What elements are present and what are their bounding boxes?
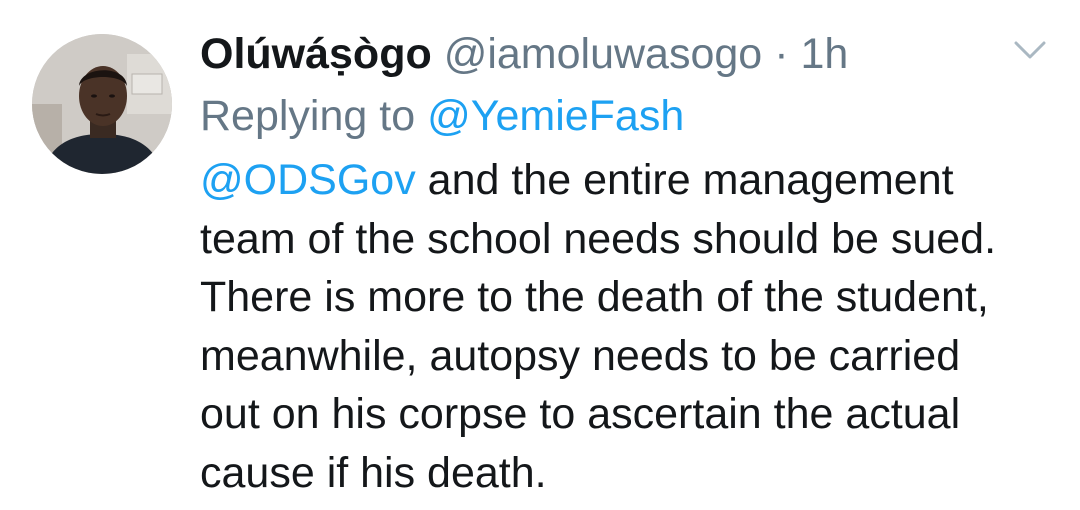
tweet-text-line-4: meanwhile, autopsy needs to be carried (200, 331, 961, 380)
tweet-text-line-6: cause if his death. (200, 448, 547, 497)
tweet-text-line-3: There is more to the death of the studen… (200, 273, 989, 321)
separator-dot: · (774, 30, 789, 78)
tweet-text-line-2: team of the school needs should be sued. (200, 214, 997, 263)
timestamp[interactable]: 1h (800, 30, 848, 78)
tweet-text: @ODSGov and the entire management team o… (200, 151, 1070, 502)
tweet-text-line-1: @ODSGov and the entire management (200, 151, 1070, 210)
display-name[interactable]: Olúwáṣògo (200, 30, 432, 78)
chevron-down-icon[interactable] (1012, 38, 1048, 62)
tweet[interactable]: Olúwáṣògo @iamoluwasogo · 1h Replying to… (0, 0, 1080, 510)
tweet-text-line-1-rest: and the entire management (415, 156, 954, 204)
tweet-header: Olúwáṣògo @iamoluwasogo · 1h (200, 26, 848, 86)
user-handle[interactable]: @iamoluwasogo (444, 30, 763, 78)
tweet-text-line-5: out on his corpse to ascertain the actua… (200, 390, 961, 438)
body-mention-link[interactable]: @ODSGov (200, 156, 416, 204)
replying-to-label: Replying to (200, 92, 428, 140)
reply-mention-link[interactable]: @YemieFash (427, 92, 684, 140)
replying-to: Replying to @YemieFash (200, 88, 684, 144)
user-avatar[interactable] (32, 34, 172, 174)
avatar-photo (32, 34, 172, 174)
